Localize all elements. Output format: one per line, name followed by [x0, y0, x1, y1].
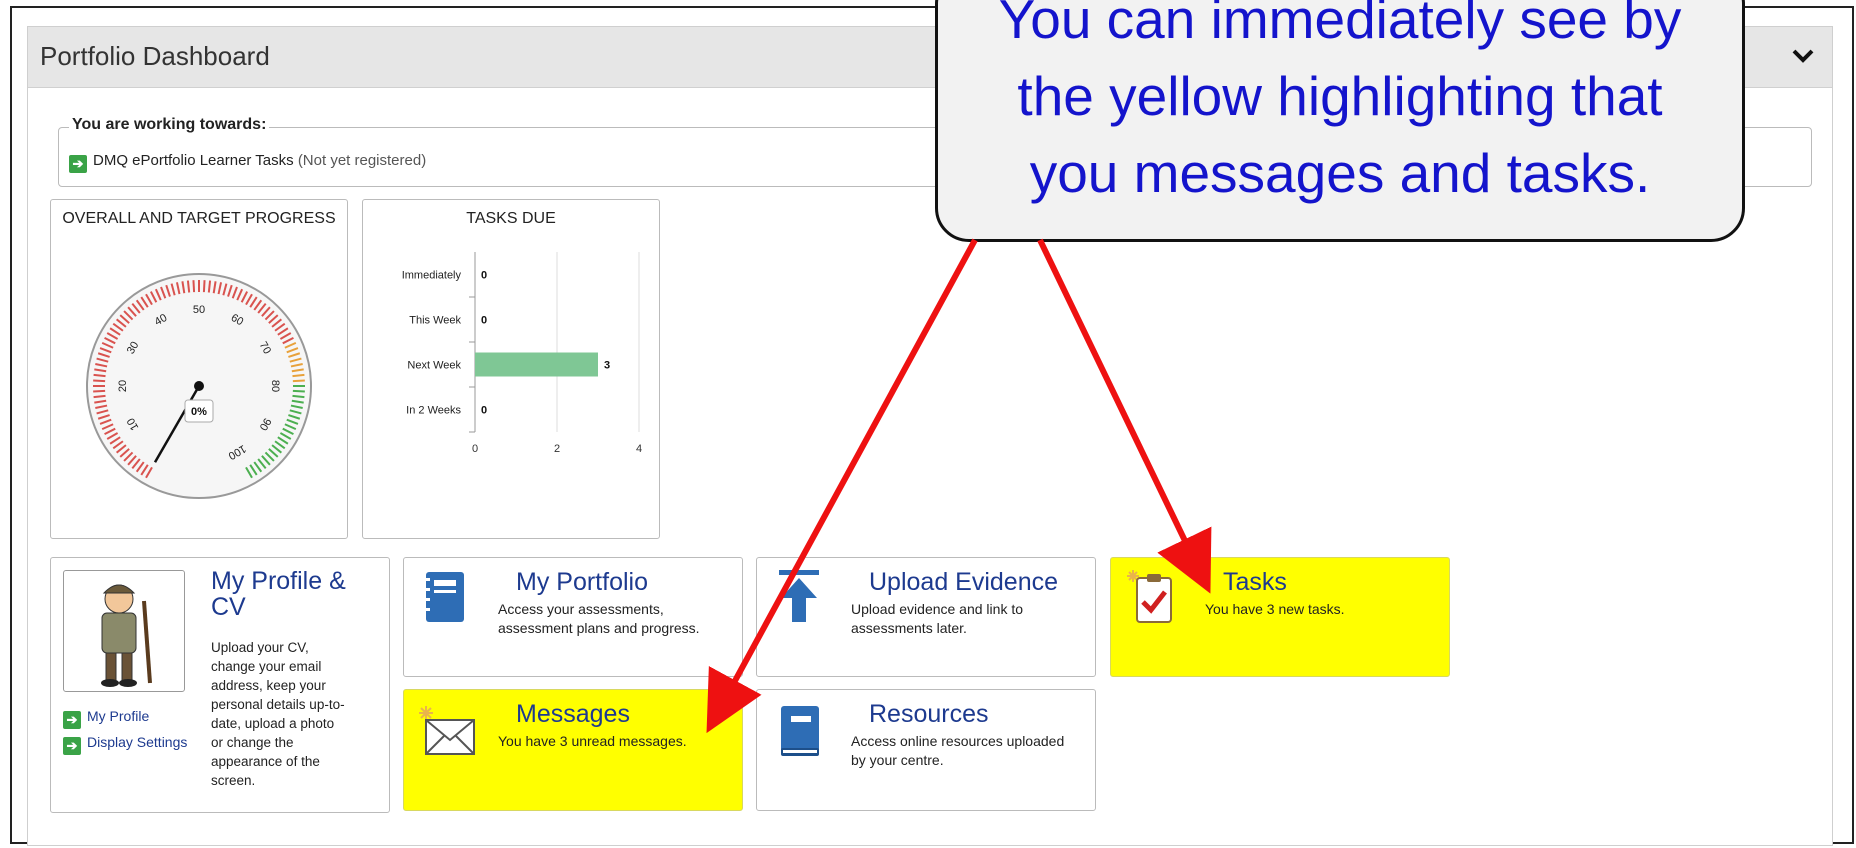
category-label: Immediately	[402, 270, 462, 282]
profile-description-line: or change the	[211, 735, 294, 750]
messages-tile[interactable]: Messages You have 3 unread messages.	[403, 689, 743, 811]
bar-value-label: 0	[481, 270, 487, 282]
profile-description-line: Upload your CV,	[211, 640, 309, 655]
display-settings-link[interactable]: ➔ Display Settings	[63, 734, 187, 755]
profile-title[interactable]: My Profile & CV	[211, 568, 371, 620]
messages-description-line: You have 3 unread messages.	[498, 733, 687, 749]
portfolio-description-line: Access your assessments,	[498, 601, 664, 617]
profile-description-line: date, upload a photo	[211, 716, 335, 731]
clipboard-check-icon	[1125, 568, 1179, 631]
gauge-tick	[93, 389, 106, 393]
course-name: DMQ ePortfolio Learner Tasks	[93, 152, 294, 169]
callout-line: you messages and tasks.	[1029, 142, 1651, 204]
tasks-due-chart: 0 2 4 Immediately 0 This Week 0 Next Week 3 In 2 …	[402, 252, 642, 455]
portfolio-description: Access your assessments, assessment plans…	[498, 600, 738, 638]
gauge-tick	[192, 280, 196, 293]
resources-description: Access online resources uploaded by your …	[851, 732, 1091, 770]
resources-tile[interactable]: Resources Access online resources upload…	[756, 689, 1096, 811]
gauge-tick-label: 80	[269, 380, 281, 392]
upload-arrow-icon	[777, 568, 821, 629]
notebook-icon	[422, 570, 468, 629]
x-tick-label: 0	[472, 443, 478, 455]
tasks-description-line: You have 3 new tasks.	[1205, 601, 1345, 617]
resources-description-line: Access online resources uploaded	[851, 733, 1065, 749]
panel-title: Portfolio Dashboard	[40, 41, 270, 71]
tasks-tile[interactable]: Tasks You have 3 new tasks.	[1110, 557, 1450, 677]
bar-value-label: 3	[604, 360, 610, 372]
gauge-tick-label: 50	[193, 304, 205, 316]
category-label: In 2 Weeks	[406, 405, 461, 417]
gauge-tick	[292, 379, 305, 383]
gauge-tick	[202, 280, 206, 293]
bar-value-label: 0	[481, 405, 487, 417]
resources-title[interactable]: Resources	[869, 700, 989, 729]
x-tick-label: 2	[554, 443, 560, 455]
gauge-tick	[292, 389, 305, 393]
portfolio-title[interactable]: My Portfolio	[516, 568, 648, 597]
my-profile-label: My Profile	[87, 708, 150, 724]
bar	[475, 352, 598, 377]
annotation-callout: You can immediately see by the yellow hig…	[935, 0, 1745, 242]
messages-description: You have 3 unread messages.	[498, 732, 738, 751]
working-towards-legend: You are working towards:	[69, 116, 270, 134]
avatar	[63, 570, 185, 692]
upload-description-line: Upload evidence and link to	[851, 601, 1024, 617]
upload-description-line: assessments later.	[851, 620, 967, 636]
profile-description: Upload your CV, change your email address,…	[211, 638, 381, 790]
go-arrow-icon: ➔	[63, 737, 81, 755]
gauge-hub	[194, 381, 204, 391]
upload-evidence-tile[interactable]: Upload Evidence Upload evidence and link…	[756, 557, 1096, 677]
portfolio-description-line: assessment plans and progress.	[498, 620, 700, 636]
profile-description-line: change your email	[211, 659, 322, 674]
course-link[interactable]: ➔ DMQ ePortfolio Learner Tasks (Not yet r…	[69, 152, 426, 173]
tasks-due-card: TASKS DUE 0 2 4 Immediately 0 This Week 0 Next …	[362, 199, 660, 539]
tasks-description: You have 3 new tasks.	[1205, 600, 1445, 619]
book-icon	[777, 704, 823, 763]
gauge-tick	[93, 379, 106, 383]
gauge-tick	[292, 373, 305, 378]
my-profile-link[interactable]: ➔ My Profile	[63, 708, 149, 729]
gauge-tick	[207, 280, 212, 293]
tasks-title[interactable]: Tasks	[1223, 568, 1287, 597]
envelope-icon	[418, 704, 478, 765]
category-label: Next Week	[407, 360, 461, 372]
x-tick-label: 4	[636, 443, 642, 455]
profile-tile[interactable]: My Profile & CV Upload your CV, change yo…	[50, 557, 390, 813]
profile-description-line: appearance of the	[211, 754, 320, 769]
category-label: This Week	[409, 315, 461, 327]
go-arrow-icon: ➔	[69, 155, 87, 173]
profile-description-line: address, keep your	[211, 678, 326, 693]
gauge-tick	[93, 394, 106, 399]
bar-value-label: 0	[481, 315, 487, 327]
profile-description-line: screen.	[211, 773, 256, 788]
gauge-tick-label: 20	[117, 380, 129, 392]
gauge-tick	[186, 280, 191, 293]
tasks-due-title: TASKS DUE	[466, 210, 556, 227]
portfolio-tile[interactable]: My Portfolio Access your assessments, ass…	[403, 557, 743, 677]
go-arrow-icon: ➔	[63, 711, 81, 729]
upload-evidence-description: Upload evidence and link to assessments l…	[851, 600, 1091, 638]
gauge-tick	[292, 394, 305, 399]
chevron-down-icon[interactable]	[1792, 43, 1814, 71]
progress-gauge: 1020304050607080901000%	[86, 273, 312, 499]
gauge-title: OVERALL AND TARGET PROGRESS	[62, 210, 336, 227]
callout-text: You can immediately see by the yellow hig…	[938, 0, 1742, 212]
display-settings-label: Display Settings	[87, 734, 188, 750]
callout-line: the yellow highlighting that	[1017, 65, 1663, 127]
callout-line: You can immediately see by	[998, 0, 1682, 50]
resources-description-line: by your centre.	[851, 752, 944, 768]
progress-gauge-card: OVERALL AND TARGET PROGRESS 10 20 30 40 50 60…	[50, 199, 348, 539]
upload-evidence-title[interactable]: Upload Evidence	[869, 568, 1058, 597]
messages-title[interactable]: Messages	[516, 700, 630, 729]
profile-description-line: personal details up-to-	[211, 697, 345, 712]
gauge-tick	[93, 373, 106, 378]
gauge-value-label: 0%	[191, 406, 207, 418]
course-status: (Not yet registered)	[297, 152, 427, 169]
